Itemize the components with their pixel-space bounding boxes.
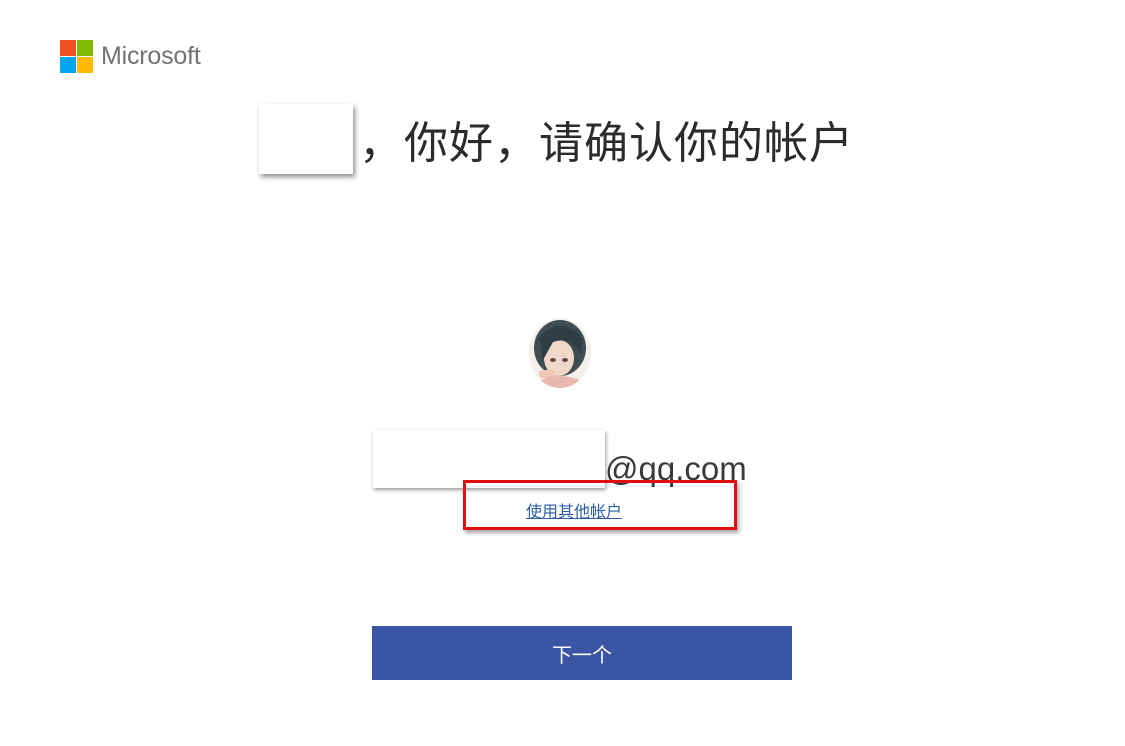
microsoft-logo-icon (60, 40, 93, 73)
redacted-name (259, 104, 353, 174)
use-other-account-link[interactable]: 使用其他帐户 (526, 498, 622, 522)
brand-name: Microsoft (101, 42, 201, 70)
user-avatar-icon (529, 318, 591, 388)
microsoft-logo: Microsoft (60, 40, 201, 73)
page-title: ，你好，请确认你的帐户 (259, 103, 854, 175)
next-button[interactable]: 下一个 (372, 626, 792, 680)
page-title-text: ，你好，请确认你的帐户 (359, 118, 854, 169)
